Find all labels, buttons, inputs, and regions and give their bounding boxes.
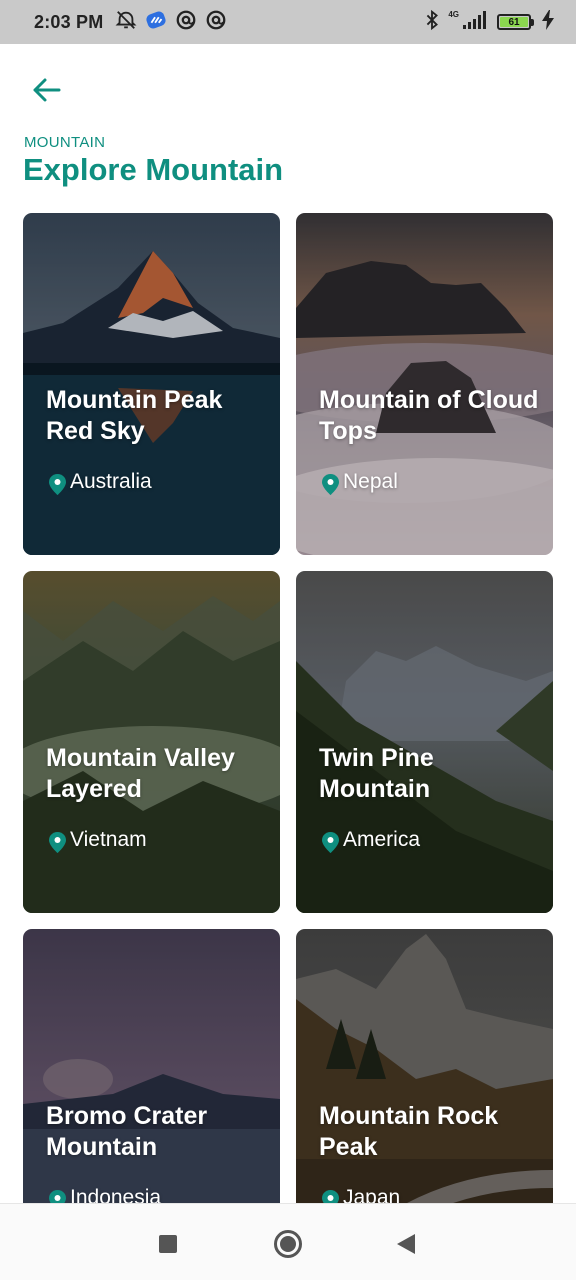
- back-button[interactable]: [24, 68, 68, 112]
- card-location: Vietnam: [49, 828, 147, 853]
- signal-icon: [463, 10, 489, 34]
- card-location-label: Indonesia: [70, 1186, 162, 1203]
- location-pin-icon: [322, 1189, 339, 1203]
- recents-button[interactable]: [152, 1228, 184, 1260]
- app-badge-icon: [145, 9, 167, 36]
- home-button[interactable]: [272, 1228, 304, 1260]
- mountain-card[interactable]: Twin Pine Mountain America: [296, 571, 553, 913]
- home-circle-icon: [274, 1230, 302, 1258]
- card-title: Mountain of Cloud Tops: [319, 386, 539, 445]
- network-label: 4G: [448, 10, 459, 19]
- mountain-card[interactable]: Mountain of Cloud Tops Nepal: [296, 213, 553, 555]
- card-location-label: Vietnam: [70, 828, 147, 851]
- status-left-icons: [115, 9, 227, 36]
- status-time: 2:03 PM: [34, 11, 104, 32]
- battery-icon: 61: [497, 14, 534, 30]
- card-location: Indonesia: [49, 1186, 161, 1203]
- card-title: Twin Pine Mountain: [319, 744, 434, 803]
- card-location: America: [322, 828, 421, 853]
- back-triangle-icon: [397, 1234, 415, 1254]
- card-location-label: Australia: [70, 470, 152, 493]
- card-location: Japan: [322, 1186, 400, 1203]
- system-back-button[interactable]: [390, 1228, 422, 1260]
- mountain-card[interactable]: Mountain Peak Red Sky Australia: [23, 213, 280, 555]
- location-pin-icon: [322, 831, 339, 853]
- card-title: Mountain Valley Layered: [46, 744, 235, 803]
- system-nav-bar: [0, 1203, 576, 1280]
- location-pin-icon: [49, 831, 66, 853]
- status-right-icons: 4G 61: [424, 9, 554, 36]
- mountain-card[interactable]: Mountain Valley Layered Vietnam: [23, 571, 280, 913]
- alarm-off-icon: [115, 9, 137, 36]
- screen: 2:03 PM 4G 61 MOUNTAIN Explore Mountain …: [0, 0, 576, 1280]
- location-pin-icon: [322, 473, 339, 495]
- card-location: Australia: [49, 470, 152, 495]
- card-location-label: Nepal: [343, 470, 398, 493]
- location-pin-icon: [49, 473, 66, 495]
- location-pin-icon: [49, 1189, 66, 1203]
- card-location-label: America: [343, 828, 421, 851]
- card-title: Mountain Peak Red Sky: [46, 386, 223, 445]
- bluetooth-icon: [424, 9, 440, 36]
- card-title: Mountain Rock Peak: [319, 1102, 499, 1161]
- at-sign-icon: [205, 9, 227, 36]
- mountain-card[interactable]: Mountain Rock Peak Japan: [296, 929, 553, 1203]
- arrow-left-icon: [33, 78, 61, 102]
- card-location: Nepal: [322, 470, 398, 495]
- page-title: Explore Mountain: [23, 152, 284, 187]
- card-location-label: Japan: [343, 1186, 401, 1203]
- charging-icon: [542, 9, 554, 35]
- at-sign-icon: [175, 9, 197, 36]
- mountain-card[interactable]: Bromo Crater Mountain Indonesia: [23, 929, 280, 1203]
- section-eyebrow: MOUNTAIN: [24, 134, 106, 151]
- status-bar: 2:03 PM 4G 61: [0, 0, 576, 44]
- mountain-grid: Mountain Peak Red Sky Australia Mountain…: [23, 213, 553, 1203]
- recents-square-icon: [159, 1235, 177, 1253]
- card-title: Bromo Crater Mountain: [46, 1102, 208, 1161]
- battery-level: 61: [500, 17, 528, 28]
